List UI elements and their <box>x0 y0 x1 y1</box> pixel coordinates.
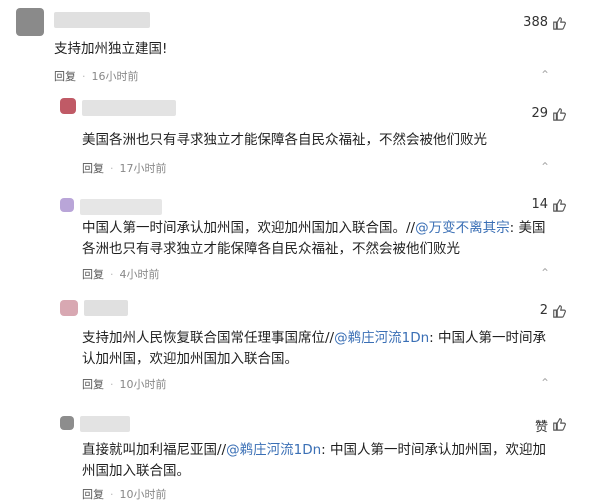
username-redacted[interactable] <box>84 300 128 316</box>
timestamp: 4小时前 <box>119 268 160 281</box>
comment-text: 美国各洲也只有寻求独立才能保障各自民众福祉，不然会被他们败光 <box>82 132 487 148</box>
comment-5: 赞 直接就叫加利福尼亚国//@鹈庄河流1Dn: 中国人第一时间承认加州国，欢迎加… <box>0 408 596 501</box>
like-label: 赞 <box>534 420 548 435</box>
reply-button[interactable]: 回复 <box>82 376 104 392</box>
like-count: 388 <box>523 15 548 30</box>
separator-dot: · <box>110 267 114 281</box>
comment-4: 2 支持加州人民恢复联合国常任理事国席位//@鹈庄河流1Dn: 中国人第一时间承… <box>0 294 596 408</box>
comment-text: 直接就叫加利福尼亚国//@鹈庄河流1Dn: 中国人第一时间承认加州国，欢迎加州国… <box>82 440 558 482</box>
avatar[interactable] <box>60 98 76 114</box>
thumbs-up-icon[interactable] <box>552 107 566 121</box>
reply-button[interactable]: 回复 <box>82 266 104 282</box>
username-redacted[interactable] <box>80 199 162 215</box>
comment-meta: 回复 · 16小时前 <box>54 68 139 84</box>
like-count: 14 <box>531 197 548 212</box>
like-count: 2 <box>539 303 548 318</box>
comment-text-main: 支持加州人民恢复联合国常任理事国席位// <box>82 330 335 346</box>
separator-dot: · <box>110 161 114 175</box>
avatar[interactable] <box>16 8 44 36</box>
comment-meta: 回复 · 4小时前 <box>82 266 160 282</box>
reply-button[interactable]: 回复 <box>54 68 76 84</box>
like-count: 29 <box>531 106 548 121</box>
timestamp: 10小时前 <box>119 378 167 391</box>
timestamp: 17小时前 <box>119 162 167 175</box>
comment-text-main: 直接就叫加利福尼亚国// <box>82 442 227 458</box>
timestamp: 16小时前 <box>91 70 139 83</box>
more-options-icon[interactable]: ⌃ <box>540 160 550 174</box>
username-redacted[interactable] <box>82 100 176 116</box>
separator-dot: · <box>110 487 114 501</box>
mention-link[interactable]: @万变不离其宗 <box>415 220 510 236</box>
comment-1: 388 支持加州独立建国! 回复 · 16小时前 ⌃ <box>0 0 596 92</box>
more-options-icon[interactable]: ⌃ <box>540 376 550 390</box>
comment-text-main: 中国人第一时间承认加州国，欢迎加州国加入联合国。// <box>82 220 416 236</box>
comment-text: 中国人第一时间承认加州国，欢迎加州国加入联合国。//@万变不离其宗: 美国各洲也… <box>82 218 558 260</box>
comment-3: 14 中国人第一时间承认加州国，欢迎加州国加入联合国。//@万变不离其宗: 美国… <box>0 190 596 294</box>
thumbs-up-icon[interactable] <box>552 16 566 30</box>
avatar[interactable] <box>60 416 74 430</box>
username-redacted[interactable] <box>54 12 150 28</box>
separator-dot: · <box>82 69 86 83</box>
mention-link[interactable]: @鹈庄河流1Dn <box>226 442 321 458</box>
comment-text: 支持加州人民恢复联合国常任理事国席位//@鹈庄河流1Dn: 中国人第一时间承认加… <box>82 328 558 370</box>
thumbs-up-icon[interactable] <box>552 417 566 431</box>
comment-meta: 回复 · 10小时前 <box>82 376 167 392</box>
separator-dot: · <box>110 377 114 391</box>
mention-link[interactable]: @鹈庄河流1Dn <box>334 330 429 346</box>
avatar[interactable] <box>60 300 78 316</box>
more-options-icon[interactable]: ⌃ <box>540 68 550 82</box>
thumbs-up-icon[interactable] <box>552 304 566 318</box>
comment-meta: 回复 · 17小时前 <box>82 160 167 176</box>
comment-text: 支持加州独立建国! <box>54 41 168 57</box>
more-options-icon[interactable]: ⌃ <box>540 266 550 280</box>
avatar[interactable] <box>60 198 74 212</box>
reply-button[interactable]: 回复 <box>82 160 104 176</box>
username-redacted[interactable] <box>80 416 130 432</box>
thumbs-up-icon[interactable] <box>552 198 566 212</box>
comment-2: 29 美国各洲也只有寻求独立才能保障各自民众福祉，不然会被他们败光 回复 · 1… <box>0 92 596 190</box>
